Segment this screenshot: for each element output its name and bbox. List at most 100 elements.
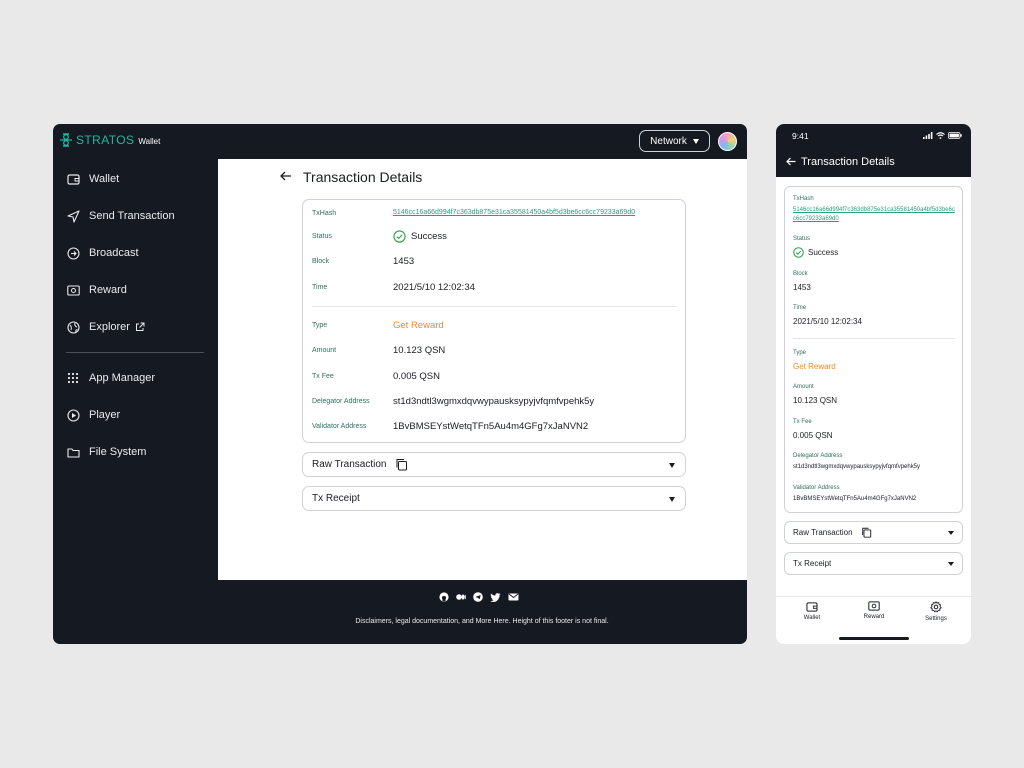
sidebar-item-label: Send Transaction bbox=[89, 210, 175, 222]
network-label: Network bbox=[650, 135, 687, 147]
fee-value: 0.005 QSN bbox=[793, 431, 833, 440]
wallet-icon bbox=[806, 601, 818, 612]
top-bar: STRATOS Wallet Network bbox=[53, 124, 747, 159]
footer: Disclaimers, legal documentation, and Mo… bbox=[217, 580, 747, 644]
validator-value: 1BvBMSEYstWetqTFn5Au4m4GFg7xJaNVN2 bbox=[393, 421, 589, 432]
sidebar-item-player[interactable]: Player bbox=[66, 406, 120, 424]
status-text: Success bbox=[411, 231, 447, 242]
sidebar-divider bbox=[66, 352, 204, 353]
sidebar-item-explorer[interactable]: Explorer bbox=[66, 318, 145, 336]
nav-item-reward[interactable]: Reward bbox=[849, 601, 899, 620]
time-label: Time bbox=[312, 284, 328, 291]
chevron-down-icon bbox=[948, 531, 954, 535]
type-value: Get Reward bbox=[793, 362, 836, 371]
mobile-frame: 9:41 Transaction Details TxHash 5146cc16… bbox=[776, 124, 971, 644]
bottom-nav-divider bbox=[776, 596, 971, 597]
fee-label: Tx Fee bbox=[793, 419, 812, 425]
status-label: Status bbox=[793, 236, 811, 242]
brand-name: STRATOS bbox=[76, 133, 135, 147]
reward-icon bbox=[66, 283, 80, 297]
mail-icon[interactable] bbox=[508, 593, 519, 601]
medium-icon[interactable] bbox=[456, 593, 466, 601]
tx-receipt-label: Tx Receipt bbox=[312, 493, 360, 504]
nav-label: Settings bbox=[925, 616, 947, 622]
tx-receipt-accordion[interactable]: Tx Receipt bbox=[302, 486, 686, 511]
page-title: Transaction Details bbox=[801, 156, 895, 168]
tx-receipt-accordion[interactable]: Tx Receipt bbox=[784, 552, 963, 575]
broadcast-icon bbox=[66, 246, 80, 260]
play-icon bbox=[66, 408, 80, 422]
external-link-icon bbox=[135, 322, 145, 332]
back-arrow-icon[interactable] bbox=[280, 171, 292, 181]
sidebar-item-wallet[interactable]: Wallet bbox=[66, 170, 119, 188]
type-value: Get Reward bbox=[393, 320, 444, 331]
status-time: 9:41 bbox=[792, 131, 809, 141]
status-value: Success bbox=[393, 230, 447, 243]
tx-receipt-label: Tx Receipt bbox=[793, 559, 832, 568]
telegram-icon[interactable] bbox=[473, 592, 483, 602]
sidebar-item-label: Reward bbox=[89, 284, 127, 296]
sidebar-item-send-transaction[interactable]: Send Transaction bbox=[66, 207, 175, 225]
raw-transaction-accordion[interactable]: Raw Transaction bbox=[784, 521, 963, 544]
gear-icon bbox=[930, 601, 942, 613]
sidebar-item-app-manager[interactable]: App Manager bbox=[66, 369, 155, 387]
status-icons bbox=[923, 132, 962, 139]
amount-value: 10.123 QSN bbox=[393, 345, 446, 356]
sidebar-item-label: File System bbox=[89, 446, 147, 458]
copy-icon[interactable] bbox=[395, 458, 408, 471]
amount-label: Amount bbox=[793, 384, 814, 390]
transaction-details-card: TxHash 5146cc16a66d994f7c363db875e31ca35… bbox=[302, 199, 686, 443]
nav-item-wallet[interactable]: Wallet bbox=[787, 601, 837, 621]
block-value: 1453 bbox=[393, 256, 415, 267]
main-content: Transaction Details TxHash 5146cc16a66d9… bbox=[218, 159, 747, 580]
nav-item-settings[interactable]: Settings bbox=[911, 601, 961, 622]
time-label: Time bbox=[793, 305, 807, 311]
txhash-label: TxHash bbox=[793, 196, 814, 202]
check-circle-icon bbox=[393, 230, 406, 243]
time-value: 2021/5/10 12:02:34 bbox=[393, 282, 475, 293]
delegator-value: st1d3ndtl3wgmxdqvwypausksypyjvfqmfvpehk5… bbox=[393, 396, 595, 407]
chevron-down-icon bbox=[692, 138, 699, 144]
brand-logo[interactable]: STRATOS Wallet bbox=[59, 132, 160, 148]
delegator-label: Delegator Address bbox=[312, 398, 370, 405]
status-value: Success bbox=[793, 247, 838, 258]
signal-icon bbox=[923, 132, 933, 139]
home-indicator bbox=[839, 637, 909, 640]
network-button[interactable]: Network bbox=[639, 130, 710, 152]
folder-icon bbox=[66, 445, 80, 459]
twitter-icon[interactable] bbox=[490, 592, 501, 602]
validator-value: 1BvBMSEYstWetqTFn5Au4m4GFg7xJaNVN2 bbox=[793, 496, 917, 502]
wallet-icon bbox=[66, 172, 80, 186]
page-title: Transaction Details bbox=[303, 169, 423, 185]
sidebar-item-broadcast[interactable]: Broadcast bbox=[66, 244, 139, 262]
amount-value: 10.123 QSN bbox=[793, 396, 838, 405]
txhash-link[interactable]: 5146cc16a66d994f7c363db875e31ca35581450a… bbox=[393, 209, 635, 216]
sidebar-item-label: Broadcast bbox=[89, 247, 139, 259]
brand-sub: Wallet bbox=[138, 137, 161, 146]
globe-icon bbox=[66, 320, 80, 334]
block-label: Block bbox=[793, 271, 808, 277]
transaction-details-card: TxHash 5146cc16a66d994f7c363db875e31ca35… bbox=[784, 186, 963, 513]
avatar[interactable] bbox=[718, 132, 737, 151]
sidebar-item-label: Wallet bbox=[89, 173, 120, 185]
raw-transaction-label: Raw Transaction bbox=[312, 459, 387, 470]
amount-label: Amount bbox=[312, 347, 337, 354]
grid-icon bbox=[66, 371, 80, 385]
raw-transaction-label: Raw Transaction bbox=[793, 528, 853, 537]
sidebar-item-label: App Manager bbox=[89, 372, 156, 384]
delegator-value: st1d3ndtl3wgmxdqvwypausksypyjvfqmfvpehk5… bbox=[793, 464, 921, 470]
chevron-down-icon bbox=[948, 562, 954, 566]
copy-icon[interactable] bbox=[861, 527, 872, 538]
nav-label: Reward bbox=[863, 614, 885, 620]
validator-label: Validator Address bbox=[312, 423, 367, 430]
card-divider bbox=[312, 306, 677, 307]
back-arrow-icon[interactable] bbox=[786, 157, 796, 166]
status-label: Status bbox=[312, 233, 332, 240]
raw-transaction-accordion[interactable]: Raw Transaction bbox=[302, 452, 686, 477]
sidebar-item-file-system[interactable]: File System bbox=[66, 443, 146, 461]
social-links bbox=[439, 592, 519, 602]
fee-value: 0.005 QSN bbox=[393, 371, 440, 382]
txhash-link[interactable]: 5146cc16a66d994f7c363db875e31ca35581450a… bbox=[793, 206, 957, 224]
github-icon[interactable] bbox=[439, 592, 449, 602]
sidebar-item-reward[interactable]: Reward bbox=[66, 281, 127, 299]
